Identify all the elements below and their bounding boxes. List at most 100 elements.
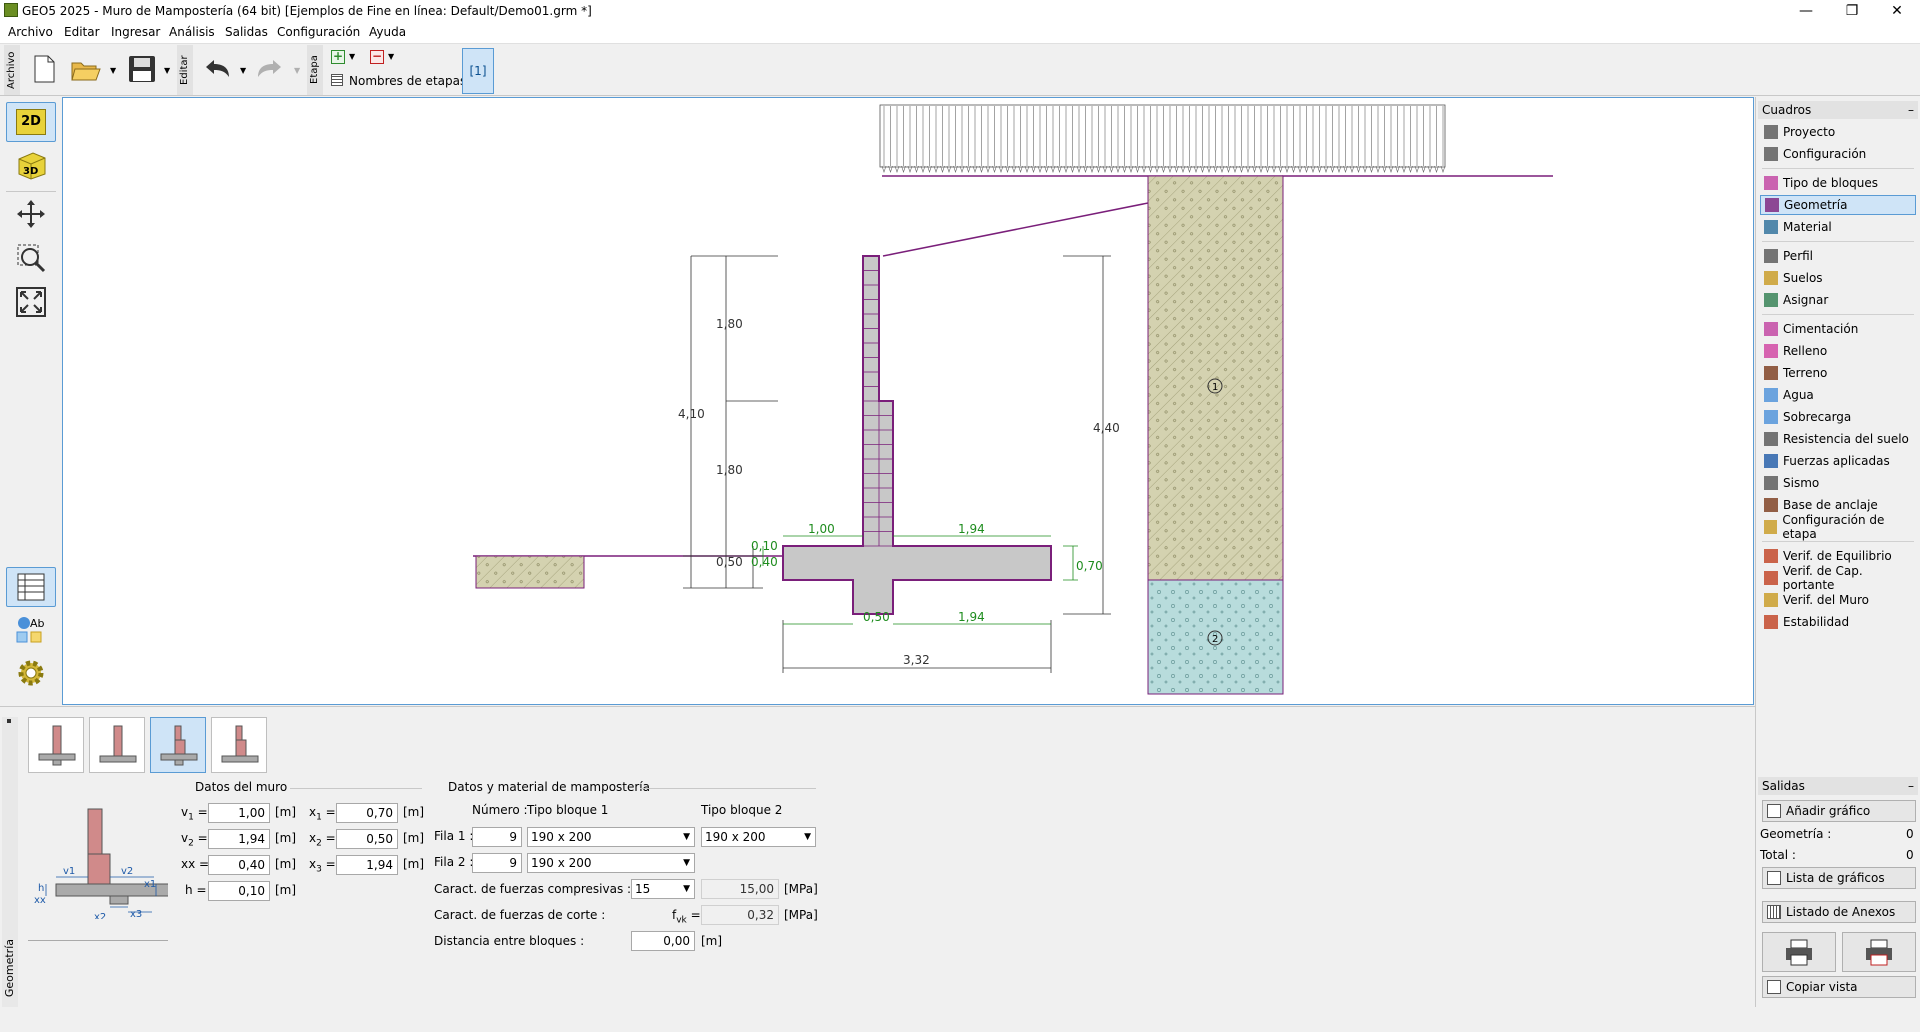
wall-shape-4-button[interactable] xyxy=(211,717,267,773)
view-2d-button[interactable]: 2D xyxy=(6,102,56,142)
open-dropdown-icon[interactable]: ▼ xyxy=(110,66,116,75)
etapa-tab[interactable]: Etapa xyxy=(307,45,323,95)
frame-verif-de-equilibrio[interactable]: Verif. de Equilibrio xyxy=(1760,546,1916,566)
v1-label: v1 = xyxy=(181,805,208,823)
frame-asignar[interactable]: Asignar xyxy=(1760,290,1916,310)
zoom-button[interactable] xyxy=(6,238,56,278)
graph-list-button[interactable]: Lista de gráficos xyxy=(1762,867,1916,889)
frame-sobrecarga[interactable]: Sobrecarga xyxy=(1760,407,1916,427)
geometria-side-tab[interactable]: Geometría xyxy=(2,717,18,1007)
x2-input[interactable]: 0,50 xyxy=(336,829,398,849)
row1-number-input[interactable]: 9 xyxy=(472,827,522,847)
frame-suelos[interactable]: Suelos xyxy=(1760,268,1916,288)
print-export-button[interactable] xyxy=(1842,932,1916,972)
remove-stage-icon[interactable]: − xyxy=(370,50,384,64)
menu-ayuda[interactable]: Ayuda xyxy=(369,25,406,39)
undo-dropdown-icon[interactable]: ▼ xyxy=(240,66,246,75)
row1-type2-select[interactable]: 190 x 200 ▼ xyxy=(701,827,816,847)
frame-tipo-de-bloques[interactable]: Tipo de bloques xyxy=(1760,173,1916,193)
dim-w-back-bottom: 1,94 xyxy=(958,610,985,624)
frame-relleno[interactable]: Relleno xyxy=(1760,341,1916,361)
row2-type1-select[interactable]: 190 x 200 ▼ xyxy=(527,853,695,873)
v1-input[interactable]: 1,00 xyxy=(208,803,270,823)
annex-list-label: Listado de Anexos xyxy=(1786,905,1896,919)
table-view-button[interactable] xyxy=(6,567,56,607)
menu-archivo[interactable]: Archivo xyxy=(8,25,53,39)
salidas-collapse-button[interactable]: – xyxy=(1908,777,1914,795)
frame-material[interactable]: Material xyxy=(1760,217,1916,237)
frame-perfil[interactable]: Perfil xyxy=(1760,246,1916,266)
frame-cimentacion[interactable]: Cimentación xyxy=(1760,319,1916,339)
view-3d-button[interactable]: 3D xyxy=(6,145,56,185)
add-stage-dropdown-icon[interactable]: ▼ xyxy=(349,52,355,61)
undo-icon[interactable] xyxy=(201,53,233,85)
remove-stage-dropdown-icon[interactable]: ▼ xyxy=(388,52,394,61)
settings-button[interactable] xyxy=(6,653,56,693)
open-folder-icon[interactable] xyxy=(70,53,102,85)
archivo-tab[interactable]: Archivo xyxy=(4,45,20,95)
svg-text:3D: 3D xyxy=(23,166,38,177)
styles-button[interactable]: Ab xyxy=(6,610,56,650)
dim-040: 0,40 xyxy=(751,555,778,569)
v2-input[interactable]: 1,94 xyxy=(208,829,270,849)
fuerzas-aplicadas-icon xyxy=(1764,454,1778,468)
dim-070: 0,70 xyxy=(1076,559,1103,573)
wall-shape-1-button[interactable] xyxy=(28,717,84,773)
menu-configuracion[interactable]: Configuración xyxy=(277,25,360,39)
frame-geometria[interactable]: Geometría xyxy=(1760,195,1916,215)
minimize-button[interactable]: — xyxy=(1783,0,1829,22)
frame-terreno[interactable]: Terreno xyxy=(1760,363,1916,383)
new-file-icon[interactable] xyxy=(28,53,60,85)
print-button[interactable] xyxy=(1762,932,1836,972)
menu-editar[interactable]: Editar xyxy=(64,25,100,39)
frame-estabilidad[interactable]: Estabilidad xyxy=(1760,612,1916,632)
save-icon[interactable] xyxy=(126,53,158,85)
frame-base-de-anclaje[interactable]: Base de anclaje xyxy=(1760,495,1916,515)
menu-ingresar[interactable]: Ingresar xyxy=(111,25,160,39)
wall-shape-2-button[interactable] xyxy=(89,717,145,773)
frame-verif-del-muro[interactable]: Verif. del Muro xyxy=(1760,590,1916,610)
frame-configuracion[interactable]: Configuración xyxy=(1760,144,1916,164)
drawing-canvas[interactable]: 1 2 1,80 1,80 4,10 4,40 0,50 3,32 1,00 1… xyxy=(62,97,1754,705)
frame-verif-de-cap-portante[interactable]: Verif. de Cap. portante xyxy=(1760,564,1916,592)
stage-names-button[interactable]: Nombres de etapas xyxy=(349,74,466,88)
frame-proyecto[interactable]: Proyecto xyxy=(1760,122,1916,142)
fk-select[interactable]: 15 ▼ xyxy=(631,879,695,899)
x1-input[interactable]: 0,70 xyxy=(336,803,398,823)
row2-label: Fila 2 : xyxy=(434,855,474,869)
editar-tab[interactable]: Editar xyxy=(177,45,193,95)
wall-shape-3-button[interactable] xyxy=(150,717,206,773)
x3-input[interactable]: 1,94 xyxy=(336,855,398,875)
dim-w-front-bottom: 0,50 xyxy=(863,610,890,624)
save-dropdown-icon[interactable]: ▼ xyxy=(164,66,170,75)
fit-view-button[interactable] xyxy=(6,282,56,322)
distance-input[interactable]: 0,00 xyxy=(631,931,695,951)
restore-button[interactable]: ❐ xyxy=(1829,0,1875,22)
add-graph-button[interactable]: Añadir gráfico xyxy=(1762,800,1916,822)
mini-xx-label: xx xyxy=(34,895,46,906)
masonry-wall[interactable] xyxy=(782,255,1052,615)
close-button[interactable]: ✕ xyxy=(1874,0,1920,22)
cuadros-collapse-button[interactable]: – xyxy=(1908,101,1914,119)
menu-salidas[interactable]: Salidas xyxy=(225,25,268,39)
stage-1-button[interactable]: [1] xyxy=(462,48,494,94)
annex-list-button[interactable]: Listado de Anexos xyxy=(1762,901,1916,923)
sismo-icon xyxy=(1764,476,1778,490)
xx-input[interactable]: 0,40 xyxy=(208,855,270,875)
redo-icon[interactable] xyxy=(254,53,286,85)
frame-resistencia-del-suelo[interactable]: Resistencia del suelo xyxy=(1760,429,1916,449)
row1-type1-select[interactable]: 190 x 200 ▼ xyxy=(527,827,695,847)
h-input[interactable]: 0,10 xyxy=(208,881,270,901)
menu-analisis[interactable]: Análisis xyxy=(169,25,215,39)
pan-button[interactable] xyxy=(6,194,56,234)
frame-sismo[interactable]: Sismo xyxy=(1760,473,1916,493)
copy-view-button[interactable]: Copiar vista xyxy=(1762,976,1916,998)
frame-agua[interactable]: Agua xyxy=(1760,385,1916,405)
add-stage-icon[interactable]: + xyxy=(331,50,345,64)
wall-shape-1-icon xyxy=(38,725,76,766)
frame-fuerzas-aplicadas[interactable]: Fuerzas aplicadas xyxy=(1760,451,1916,471)
frame-configuracion-de-etapa[interactable]: Configuración de etapa xyxy=(1760,513,1916,541)
row2-number-input[interactable]: 9 xyxy=(472,853,522,873)
fvk-value-field: 0,32 xyxy=(701,905,779,925)
soil-layer-1[interactable] xyxy=(1147,175,1284,581)
